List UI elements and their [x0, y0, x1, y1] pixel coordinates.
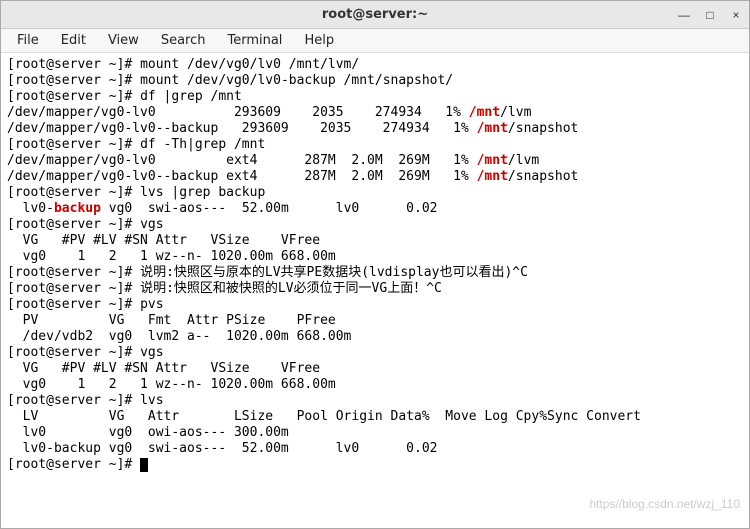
lvs-backup-match: backup	[54, 201, 101, 216]
prompt: [root@server ~]#	[7, 345, 140, 360]
window-title: root@server:~	[322, 7, 428, 22]
menu-view[interactable]: View	[98, 31, 149, 50]
close-button[interactable]: ×	[729, 8, 743, 22]
lvs-row1: lv0 vg0 owi-aos--- 300.00m	[7, 425, 289, 440]
lvs-row2: lv0-backup vg0 swi-aos--- 52.00m lv0 0.0…	[7, 441, 437, 456]
prompt: [root@server ~]#	[7, 457, 140, 472]
lvs-header: LV VG Attr LSize Pool Origin Data% Move …	[7, 409, 641, 424]
dfth-line2-c: /snapshot	[508, 169, 578, 184]
cmd-vgs2: vgs	[140, 345, 163, 360]
vgs-header1: VG #PV #LV #SN Attr VSize VFree	[7, 233, 320, 248]
window-controls: — □ ×	[677, 1, 743, 29]
terminal-viewport[interactable]: [root@server ~]# mount /dev/vg0/lv0 /mnt…	[1, 53, 749, 528]
df-line1-a: /dev/mapper/vg0-lv0 293609 2035 274934 1…	[7, 105, 469, 120]
vgs-row2: vg0 1 2 1 wz--n- 1020.00m 668.00m	[7, 377, 336, 392]
lvs-backup-a: lv0-	[7, 201, 54, 216]
df-line2-mnt: /mnt	[477, 121, 508, 136]
prompt: [root@server ~]#	[7, 57, 140, 72]
titlebar: root@server:~ — □ ×	[1, 1, 749, 29]
terminal-window: root@server:~ — □ × File Edit View Searc…	[0, 0, 750, 529]
pvs-header: PV VG Fmt Attr PSize PFree	[7, 313, 336, 328]
cmd-vgs1: vgs	[140, 217, 163, 232]
dfth-line1-mnt: /mnt	[477, 153, 508, 168]
terminal-cursor	[140, 458, 148, 472]
comment-1: 说明:快照区与原本的LV共享PE数据块(lvdisplay也可以看出)^C	[140, 265, 528, 280]
df-line2-a: /dev/mapper/vg0-lv0--backup 293609 2035 …	[7, 121, 477, 136]
pvs-row: /dev/vdb2 vg0 lvm2 a-- 1020.00m 668.00m	[7, 329, 351, 344]
lvs-backup-c: vg0 swi-aos--- 52.00m lv0 0.02	[101, 201, 438, 216]
cmd-lvs-grep: lvs |grep backup	[140, 185, 265, 200]
prompt: [root@server ~]#	[7, 137, 140, 152]
menu-help[interactable]: Help	[294, 31, 344, 50]
menu-edit[interactable]: Edit	[51, 31, 96, 50]
dfth-line2-mnt: /mnt	[477, 169, 508, 184]
dfth-line1-a: /dev/mapper/vg0-lv0 ext4 287M 2.0M 269M …	[7, 153, 477, 168]
dfth-line1-c: /lvm	[508, 153, 539, 168]
cmd-mount-snapshot: mount /dev/vg0/lv0-backup /mnt/snapshot/	[140, 73, 453, 88]
comment-2: 说明:快照区和被快照的LV必须位于同一VG上面！^C	[140, 281, 442, 296]
prompt: [root@server ~]#	[7, 297, 140, 312]
dfth-line2-a: /dev/mapper/vg0-lv0--backup ext4 287M 2.…	[7, 169, 477, 184]
cmd-pvs: pvs	[140, 297, 163, 312]
vgs-row1: vg0 1 2 1 wz--n- 1020.00m 668.00m	[7, 249, 336, 264]
menu-terminal[interactable]: Terminal	[217, 31, 292, 50]
prompt: [root@server ~]#	[7, 73, 140, 88]
menubar: File Edit View Search Terminal Help	[1, 29, 749, 53]
vgs-header2: VG #PV #LV #SN Attr VSize VFree	[7, 361, 320, 376]
cmd-mount-lvm: mount /dev/vg0/lv0 /mnt/lvm/	[140, 57, 359, 72]
cmd-df-th: df -Th|grep /mnt	[140, 137, 265, 152]
prompt: [root@server ~]#	[7, 281, 140, 296]
prompt: [root@server ~]#	[7, 89, 140, 104]
cmd-df-grep: df |grep /mnt	[140, 89, 242, 104]
df-line1-c: /lvm	[500, 105, 531, 120]
prompt: [root@server ~]#	[7, 217, 140, 232]
menu-search[interactable]: Search	[151, 31, 216, 50]
prompt: [root@server ~]#	[7, 185, 140, 200]
minimize-button[interactable]: —	[677, 8, 691, 22]
df-line1-mnt: /mnt	[469, 105, 500, 120]
prompt: [root@server ~]#	[7, 393, 140, 408]
df-line2-c: /snapshot	[508, 121, 578, 136]
prompt: [root@server ~]#	[7, 265, 140, 280]
cmd-lvs: lvs	[140, 393, 163, 408]
menu-file[interactable]: File	[7, 31, 49, 50]
maximize-button[interactable]: □	[703, 8, 717, 22]
